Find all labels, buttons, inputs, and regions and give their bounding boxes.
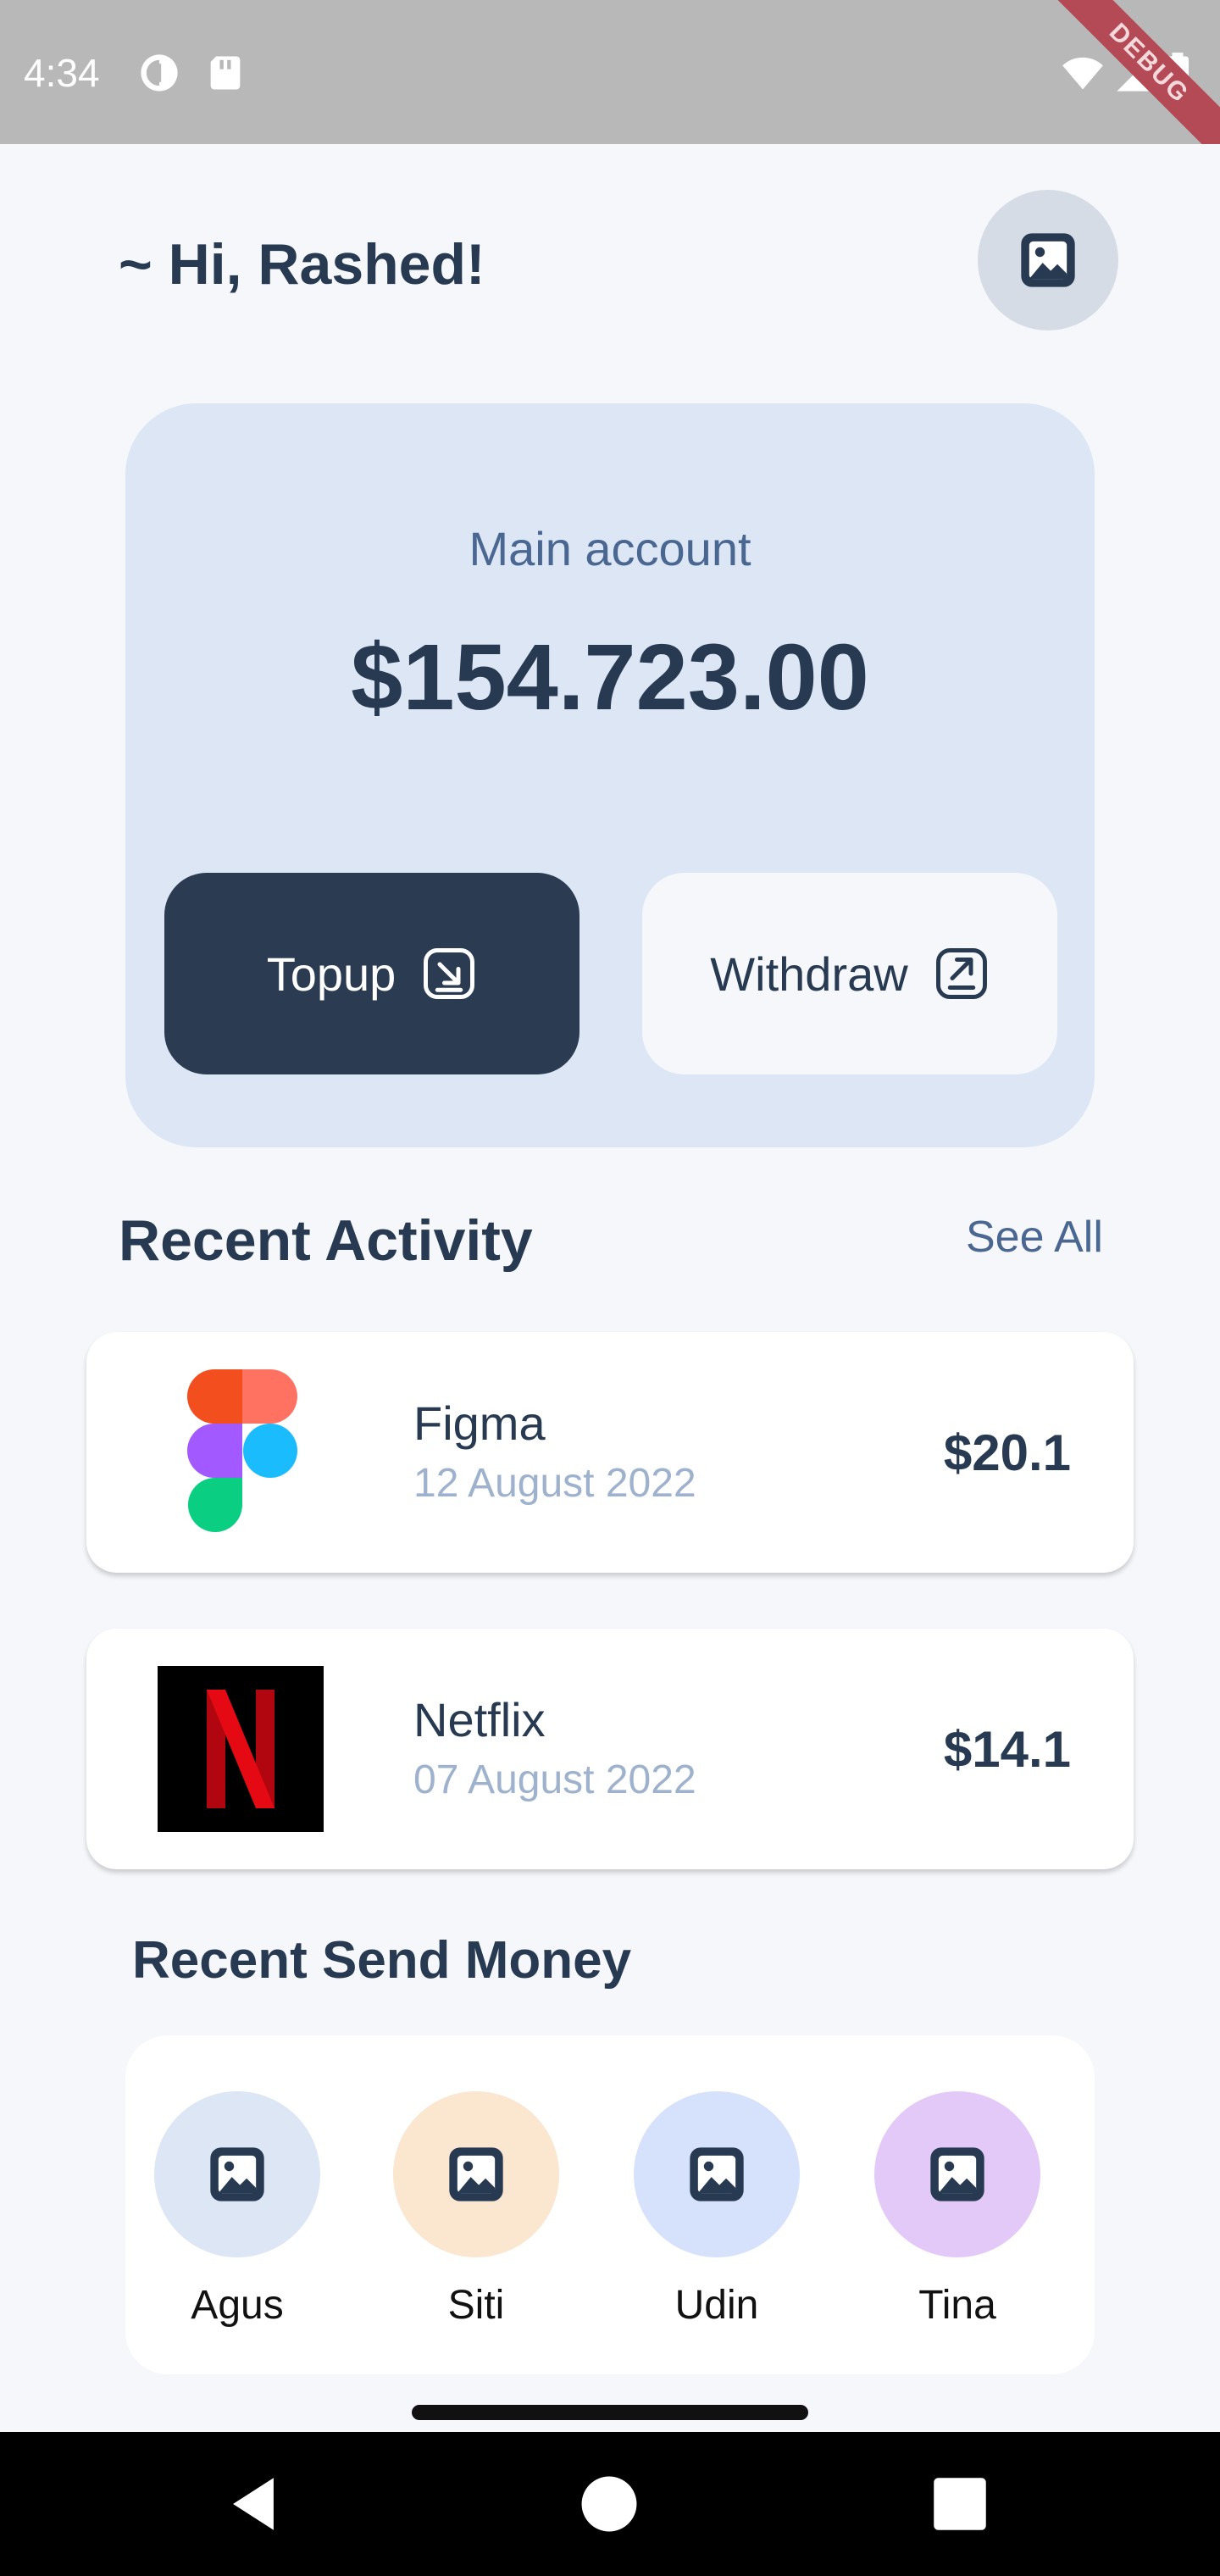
status-bar: 4:34 DEBUG — [0, 0, 1220, 144]
activity-name: Figma — [413, 1396, 546, 1450]
contact-name: Agus — [191, 2283, 284, 2328]
balance-card: Main account $154.723.00 Topup Withdraw — [125, 403, 1095, 1147]
activity-date: 07 August 2022 — [413, 1757, 696, 1802]
contact-avatar — [634, 2091, 800, 2257]
sd-card-icon — [203, 51, 247, 95]
activity-amount: $14.1 — [943, 1721, 1071, 1778]
contact-item[interactable]: Udin — [632, 2091, 801, 2330]
recents-icon[interactable] — [925, 2469, 995, 2539]
arrow-up-right-icon — [934, 946, 990, 1002]
activity-name: Netflix — [413, 1693, 546, 1746]
withdraw-label: Withdraw — [710, 947, 908, 1001]
activity-amount: $20.1 — [943, 1424, 1071, 1481]
status-time: 4:34 — [24, 51, 100, 95]
figma-logo — [158, 1368, 327, 1537]
recent-send-title: Recent Send Money — [132, 1931, 632, 1990]
netflix-logo — [158, 1666, 324, 1832]
profile-avatar[interactable] — [978, 190, 1118, 330]
contact-avatar — [874, 2091, 1040, 2257]
back-icon[interactable] — [219, 2469, 288, 2539]
contact-item[interactable]: Tina — [873, 2091, 1042, 2330]
contact-name: Siti — [447, 2283, 505, 2328]
image-placeholder-icon — [685, 2142, 749, 2207]
contact-avatar — [154, 2091, 320, 2257]
activity-item-figma[interactable]: Figma 12 August 2022 $20.1 — [86, 1332, 1134, 1573]
data-saver-icon — [137, 51, 181, 95]
image-placeholder-icon — [1016, 228, 1080, 292]
activity-date: 12 August 2022 — [413, 1461, 696, 1506]
contact-item[interactable]: Siti — [391, 2091, 561, 2330]
greeting-title: ~ Hi, Rashed! — [119, 232, 485, 297]
image-placeholder-icon — [925, 2142, 990, 2207]
system-navigation-bar — [0, 2432, 1220, 2576]
balance-amount: $154.723.00 — [351, 625, 869, 730]
balance-label: Main account — [469, 522, 751, 575]
recent-activity-title: Recent Activity — [119, 1208, 533, 1273]
see-all-link[interactable]: See All — [966, 1210, 1103, 1264]
arrow-down-right-icon — [421, 946, 477, 1002]
contact-name: Tina — [918, 2283, 996, 2328]
home-icon[interactable] — [574, 2469, 644, 2539]
image-placeholder-icon — [444, 2142, 508, 2207]
recent-contacts-card: Agus Siti Udin Tina — [125, 2035, 1095, 2374]
topup-button[interactable]: Topup — [164, 873, 580, 1074]
withdraw-button[interactable]: Withdraw — [642, 873, 1057, 1074]
home-indicator[interactable] — [412, 2405, 808, 2420]
wifi-icon — [1061, 51, 1105, 95]
contact-item[interactable]: Agus — [152, 2091, 322, 2330]
activity-item-netflix[interactable]: Netflix 07 August 2022 $14.1 — [86, 1629, 1134, 1869]
image-placeholder-icon — [205, 2142, 269, 2207]
contact-name: Udin — [674, 2283, 759, 2328]
topup-label: Topup — [266, 947, 396, 1001]
contact-avatar — [393, 2091, 559, 2257]
